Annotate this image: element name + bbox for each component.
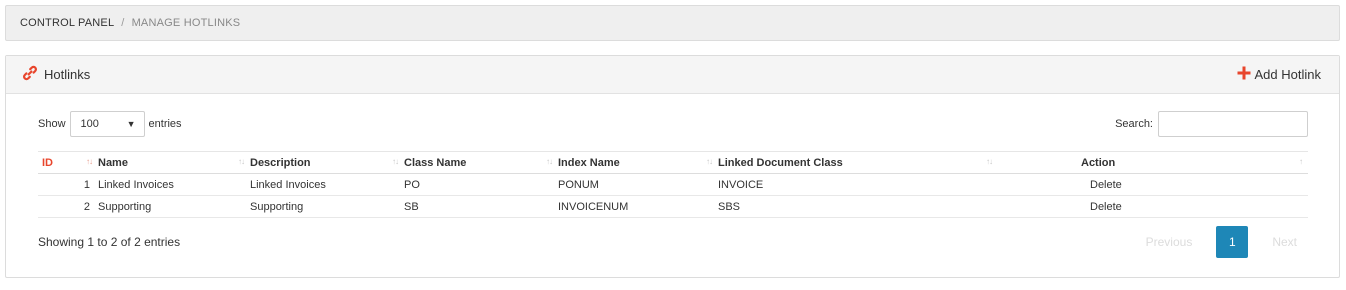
breadcrumb-separator: / [121,17,125,29]
sort-icon: ↑↓ [546,157,553,166]
pagination: Previous 1 Next [1136,226,1313,258]
next-page-button[interactable]: Next [1262,235,1307,249]
link-icon [22,65,44,84]
cell-id: 1 [38,173,98,196]
cell-description: Supporting [250,195,404,218]
cell-description: Linked Invoices [250,173,404,196]
add-hotlink-label: Add Hotlink [1254,67,1321,82]
column-label: Index Name [558,156,620,169]
panel-header: Hotlinks Add Hotlink [6,56,1339,94]
delete-link[interactable]: Delete [998,173,1308,196]
entries-label: entries [148,118,182,130]
table-footer: Showing 1 to 2 of 2 entries Previous 1 N… [38,226,1313,258]
table-row: 2 Supporting Supporting SB INVOICENUM SB… [38,195,1308,218]
hotlinks-table: ID ↑↓ Name ↑↓ Description ↑↓ Class Name ↑↓ I… [38,151,1308,218]
cell-name: Linked Invoices [98,173,250,196]
page-1-button[interactable]: 1 [1216,226,1249,258]
cell-linked-class: SBS [718,195,998,218]
cell-name: Supporting [98,195,250,218]
previous-page-button[interactable]: Previous [1136,235,1203,249]
column-label: Linked Document Class [718,156,843,169]
column-header-class-name[interactable]: Class Name ↑↓ [404,151,558,174]
column-header-name[interactable]: Name ↑↓ [98,151,250,174]
page-size-control: Show 100 ▼ entries [38,111,182,137]
sort-icon: ↑↓ [392,157,399,166]
column-label: Description [250,156,311,169]
breadcrumb-control-panel[interactable]: CONTROL PANEL [20,17,114,29]
page-size-value: 100 [80,118,99,130]
panel-title-wrap: Hotlinks [22,65,90,84]
column-header-action[interactable]: Action ↑ [998,151,1308,174]
breadcrumb: CONTROL PANEL / MANAGE HOTLINKS [5,5,1340,41]
sort-icon: ↑↓ [986,157,993,166]
cell-id: 2 [38,195,98,218]
table-row: 1 Linked Invoices Linked Invoices PO PON… [38,173,1308,196]
panel-title: Hotlinks [44,67,91,82]
search-control: Search: [1115,111,1308,137]
column-label: ID [42,156,53,169]
cell-class-name: SB [404,195,558,218]
plus-icon [1237,66,1255,83]
sort-icon: ↑↓ [238,157,245,166]
column-header-description[interactable]: Description ↑↓ [250,151,404,174]
table-controls: Show 100 ▼ entries Search: [38,111,1308,137]
column-header-id[interactable]: ID ↑↓ [38,151,98,174]
hotlinks-panel: Hotlinks Add Hotlink Show 100 ▼ entries … [5,55,1340,278]
entries-info: Showing 1 to 2 of 2 entries [38,235,181,249]
column-label: Class Name [404,156,467,169]
cell-class-name: PO [404,173,558,196]
column-header-linked-document-class[interactable]: Linked Document Class ↑↓ [718,151,998,174]
cell-linked-class: INVOICE [718,173,998,196]
search-label: Search: [1115,118,1153,130]
sort-icon: ↑ [1299,157,1303,166]
page-size-select[interactable]: 100 ▼ [69,111,145,137]
column-label: Action [1081,156,1116,169]
column-header-index-name[interactable]: Index Name ↑↓ [558,151,718,174]
caret-down-icon: ▼ [126,119,136,129]
show-label: Show [38,118,66,130]
column-label: Name [98,156,128,169]
breadcrumb-current: MANAGE HOTLINKS [131,17,241,29]
sort-icon: ↑↓ [706,157,713,166]
sort-asc-icon: ↑↓ [86,157,93,166]
delete-link[interactable]: Delete [998,195,1308,218]
cell-index-name: PONUM [558,173,718,196]
cell-index-name: INVOICENUM [558,195,718,218]
table-header-row: ID ↑↓ Name ↑↓ Description ↑↓ Class Name ↑↓ I… [38,151,1308,174]
search-input[interactable] [1158,111,1308,137]
add-hotlink-button[interactable]: Add Hotlink [1237,66,1321,83]
